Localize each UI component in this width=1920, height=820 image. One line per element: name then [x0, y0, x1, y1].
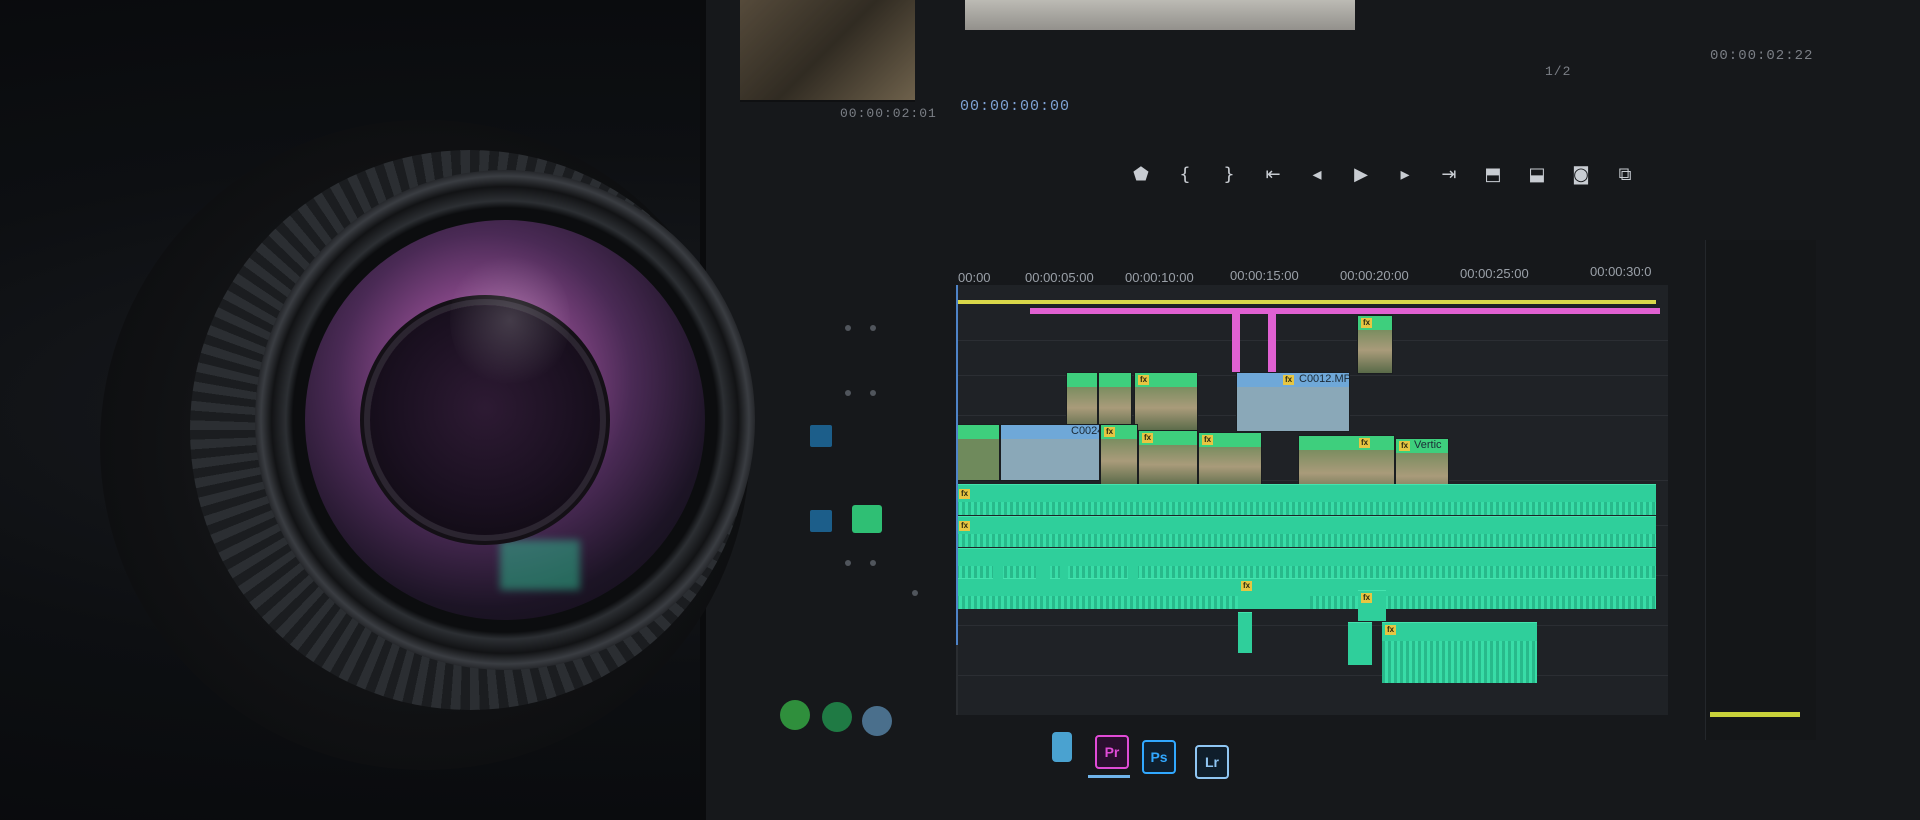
globe-icon[interactable] — [862, 706, 892, 736]
ruler-label-1: 00:00:05:00 — [1025, 270, 1094, 285]
audio-clip[interactable]: fx — [1358, 590, 1386, 621]
ruler-label-3: 00:00:15:00 — [1230, 268, 1299, 283]
active-app-indicator — [1088, 775, 1130, 778]
export-frame-icon[interactable]: ◙ — [1570, 166, 1592, 184]
timecode-source: 00:00:02:01 — [840, 106, 937, 121]
premiere-icon[interactable]: Pr — [1095, 735, 1129, 769]
lens-reflection-teal — [500, 540, 580, 590]
clip-label: C0024 — [1071, 425, 1099, 437]
track-target-v1[interactable] — [810, 425, 832, 447]
audio-clip[interactable]: fx — [1382, 622, 1537, 683]
video-clip[interactable]: fx — [1100, 424, 1138, 486]
ruler-label-4: 00:00:20:00 — [1340, 268, 1409, 283]
audio-clip[interactable] — [1348, 622, 1372, 665]
video-clip[interactable]: fx — [1357, 315, 1393, 374]
zoom-fraction: 1/2 — [1545, 64, 1572, 79]
mark-out-button[interactable]: } — [1218, 166, 1240, 184]
video-clip[interactable] — [1066, 372, 1098, 432]
audio-meter-level — [1710, 712, 1800, 717]
marker-pole — [1232, 312, 1240, 372]
ruler-label-6: 00:00:30:0 — [1590, 264, 1652, 279]
track-target-a1[interactable] — [810, 510, 832, 532]
video-clip[interactable]: fx — [1138, 430, 1198, 488]
audio-fragment[interactable] — [1238, 612, 1252, 653]
compare-icon[interactable]: ⧉ — [1614, 166, 1636, 184]
video-clip[interactable]: fx — [1198, 432, 1262, 490]
video-clip[interactable] — [1098, 372, 1132, 432]
audio-fragment[interactable] — [993, 560, 1003, 590]
step-back-button[interactable]: ◂ — [1306, 166, 1328, 184]
spotify-icon[interactable] — [780, 700, 810, 730]
lightroom-icon[interactable]: Lr — [1195, 745, 1229, 779]
ruler-label-5: 00:00:25:00 — [1460, 266, 1529, 281]
audio-meter — [1705, 240, 1816, 740]
audio-clip-a1[interactable]: fx — [956, 484, 1656, 515]
mark-in-button[interactable]: { — [1174, 166, 1196, 184]
marker-pole — [1268, 312, 1276, 372]
extract-button[interactable]: ⬓ — [1526, 166, 1548, 184]
video-clip[interactable]: C0024 — [1000, 424, 1100, 481]
timecode-current: 00:00:00:00 — [960, 98, 1071, 115]
folder-icon[interactable] — [1052, 732, 1072, 762]
audio-clip[interactable]: fx — [1238, 578, 1310, 609]
marker-bar[interactable] — [1030, 308, 1660, 314]
step-forward-button[interactable]: ▸ — [1394, 166, 1416, 184]
audio-fragment[interactable] — [1128, 565, 1138, 595]
ruler-label-0: 00:00 — [958, 270, 991, 285]
lens-glare — [450, 250, 570, 390]
video-clip[interactable]: fx — [1134, 372, 1198, 432]
program-preview — [965, 0, 1355, 30]
video-clip[interactable]: fx C0012.MP — [1236, 372, 1350, 432]
video-clip[interactable] — [956, 424, 1000, 481]
lift-button[interactable]: ⬒ — [1482, 166, 1504, 184]
audio-fragment[interactable] — [1060, 560, 1068, 592]
timecode-duration: 00:00:02:22 — [1710, 48, 1814, 64]
photoshop-icon[interactable]: Ps — [1142, 740, 1176, 774]
photo-scene: 00:00:00:00 00:00:02:01 00:00:02:22 1/2 … — [0, 0, 1920, 820]
source-patch-a1[interactable] — [852, 505, 882, 533]
transport-controls: ⬟ { } ⇤ ◂ ▶ ▸ ⇥ ⬒ ⬓ ◙ ⧉ — [1130, 160, 1636, 190]
go-to-in-button[interactable]: ⇤ — [1262, 166, 1284, 184]
marker-button[interactable]: ⬟ — [1130, 166, 1152, 184]
audio-fragment[interactable] — [1036, 560, 1050, 592]
ruler-label-2: 00:00:10:00 — [1125, 270, 1194, 285]
audio-clip-a2[interactable]: fx — [956, 516, 1656, 547]
playhead-line[interactable] — [956, 285, 958, 645]
source-thumbnail — [740, 0, 915, 102]
play-button[interactable]: ▶ — [1350, 166, 1372, 184]
work-area-bar[interactable] — [956, 300, 1656, 304]
clip-label: Vertic — [1414, 439, 1442, 451]
whatsapp-icon[interactable] — [822, 702, 852, 732]
go-to-out-button[interactable]: ⇥ — [1438, 166, 1460, 184]
clip-label: C0012.MP — [1299, 373, 1350, 385]
